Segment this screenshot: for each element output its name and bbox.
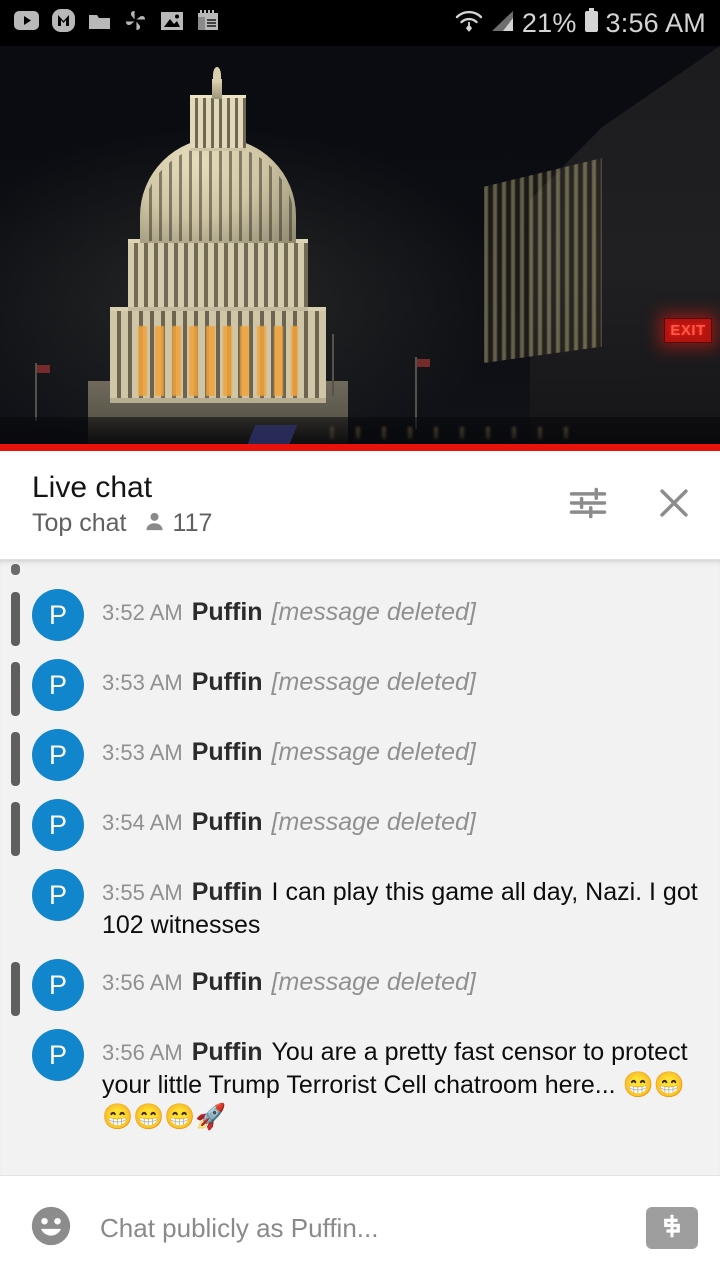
message-timestamp: 3:52 AM xyxy=(102,600,183,625)
deleted-message-indicator xyxy=(11,662,20,716)
chat-input-bar xyxy=(0,1175,720,1280)
scroll-indicator xyxy=(11,564,20,575)
close-icon xyxy=(652,481,696,530)
message-author[interactable]: Puffin xyxy=(192,738,263,766)
message-timestamp: 3:53 AM xyxy=(102,670,183,695)
battery-percent-label: 21% xyxy=(521,7,577,38)
message-deleted-text: [message deleted] xyxy=(271,968,476,996)
exit-sign: EXIT xyxy=(664,318,712,343)
notepad-icon xyxy=(197,10,219,36)
chat-message[interactable]: P 3:53 AM Puffin [message deleted] xyxy=(0,720,720,790)
folder-icon xyxy=(88,11,111,36)
chat-settings-button[interactable] xyxy=(566,481,610,530)
flag-left xyxy=(37,365,50,373)
message-text: You are a pretty fast censor to protect … xyxy=(102,1038,688,1131)
viewer-count: 117 xyxy=(143,509,213,538)
chat-message[interactable]: P 3:52 AM Puffin [message deleted] xyxy=(0,580,720,650)
message-author[interactable]: Puffin xyxy=(192,808,263,836)
avatar[interactable]: P xyxy=(32,799,84,851)
dollar-superchat-icon xyxy=(657,1211,687,1246)
battery-icon xyxy=(584,8,599,38)
message-body: 3:56 AM Puffin You are a pretty fast censo… xyxy=(102,1029,698,1134)
chat-header-text-group: Live chat Top chat 117 xyxy=(32,472,212,538)
tune-sliders-icon xyxy=(566,481,610,530)
message-author[interactable]: Puffin xyxy=(192,668,263,696)
deleted-message-indicator xyxy=(11,802,20,856)
video-player[interactable]: EXIT xyxy=(0,46,720,451)
viewer-count-label: 117 xyxy=(172,509,213,538)
emoji-picker-button[interactable] xyxy=(28,1203,74,1254)
chat-message-list[interactable]: P 3:52 AM Puffin [message deleted] P 3:53 AM P… xyxy=(0,559,720,1175)
clock-label: 3:56 AM xyxy=(605,7,706,38)
capitol-building xyxy=(88,67,348,451)
message-body: 3:53 AM Puffin [message deleted] xyxy=(102,659,476,711)
message-body: 3:52 AM Puffin [message deleted] xyxy=(102,589,476,641)
chat-input[interactable] xyxy=(100,1212,646,1244)
person-icon xyxy=(143,510,166,538)
message-deleted-text: [message deleted] xyxy=(271,808,476,836)
capitol-lit-windows xyxy=(138,326,298,396)
message-author[interactable]: Puffin xyxy=(192,598,263,626)
wifi-icon xyxy=(454,8,484,38)
avatar[interactable]: P xyxy=(32,1029,84,1081)
message-body: 3:56 AM Puffin [message deleted] xyxy=(102,959,476,1011)
message-author[interactable]: Puffin xyxy=(192,968,263,996)
avatar[interactable]: P xyxy=(32,589,84,641)
exit-sign-label: EXIT xyxy=(670,322,706,339)
chat-messages-container: P 3:52 AM Puffin [message deleted] P 3:53 AM P… xyxy=(0,580,720,1143)
status-bar: 21% 3:56 AM xyxy=(0,0,720,46)
message-timestamp: 3:53 AM xyxy=(102,740,183,765)
flagpole-right xyxy=(332,334,334,396)
capitol-lantern xyxy=(190,95,246,151)
lit-facade xyxy=(484,158,602,363)
chat-message[interactable]: P 3:56 AM Puffin [message deleted] xyxy=(0,950,720,1020)
message-timestamp: 3:56 AM xyxy=(102,970,183,995)
chat-message[interactable]: P 3:54 AM Puffin [message deleted] xyxy=(0,790,720,860)
gallery-image-icon xyxy=(160,11,184,36)
message-deleted-text: [message deleted] xyxy=(271,738,476,766)
super-chat-button[interactable] xyxy=(646,1207,698,1249)
chat-message[interactable]: P 3:53 AM Puffin [message deleted] xyxy=(0,650,720,720)
message-timestamp: 3:55 AM xyxy=(102,880,183,905)
status-bar-system-icons: 21% 3:56 AM xyxy=(454,8,706,38)
message-author[interactable]: Puffin xyxy=(192,878,263,906)
avatar[interactable]: P xyxy=(32,959,84,1011)
chat-subheader-row: Top chat 117 xyxy=(32,510,212,538)
live-chat-header: Live chat Top chat 117 xyxy=(0,451,720,559)
flag-center xyxy=(417,359,430,367)
chat-header-actions xyxy=(566,481,696,530)
close-chat-button[interactable] xyxy=(652,481,696,530)
deleted-message-indicator xyxy=(11,732,20,786)
message-body: 3:54 AM Puffin [message deleted] xyxy=(102,799,476,851)
avatar[interactable]: P xyxy=(32,869,84,921)
status-bar-notification-icons xyxy=(14,9,219,37)
message-deleted-text: [message deleted] xyxy=(271,598,476,626)
m-app-icon xyxy=(52,9,75,37)
message-timestamp: 3:54 AM xyxy=(102,810,183,835)
page-title: Live chat xyxy=(32,471,153,505)
cell-signal-icon xyxy=(491,10,515,37)
deleted-message-indicator xyxy=(11,592,20,646)
avatar[interactable]: P xyxy=(32,659,84,711)
message-body: 3:53 AM Puffin [message deleted] xyxy=(102,729,476,781)
statue-of-freedom xyxy=(213,67,221,83)
message-author[interactable]: Puffin xyxy=(192,1038,263,1066)
message-deleted-text: [message deleted] xyxy=(271,668,476,696)
video-progress-bar[interactable] xyxy=(0,444,720,451)
avatar[interactable]: P xyxy=(32,729,84,781)
emoji-smiley-icon xyxy=(28,1206,74,1253)
youtube-icon xyxy=(14,11,39,35)
capitol-drum xyxy=(128,239,308,311)
chat-message[interactable]: P 3:56 AM Puffin You are a pretty fast cens… xyxy=(0,1020,720,1143)
chat-mode-label[interactable]: Top chat xyxy=(32,511,127,536)
deleted-message-indicator xyxy=(11,962,20,1016)
pinwheel-icon xyxy=(124,9,147,37)
chat-message[interactable]: P 3:55 AM Puffin I can play this game all d… xyxy=(0,860,720,950)
message-body: 3:55 AM Puffin I can play this game all da… xyxy=(102,869,698,941)
message-timestamp: 3:56 AM xyxy=(102,1040,183,1065)
